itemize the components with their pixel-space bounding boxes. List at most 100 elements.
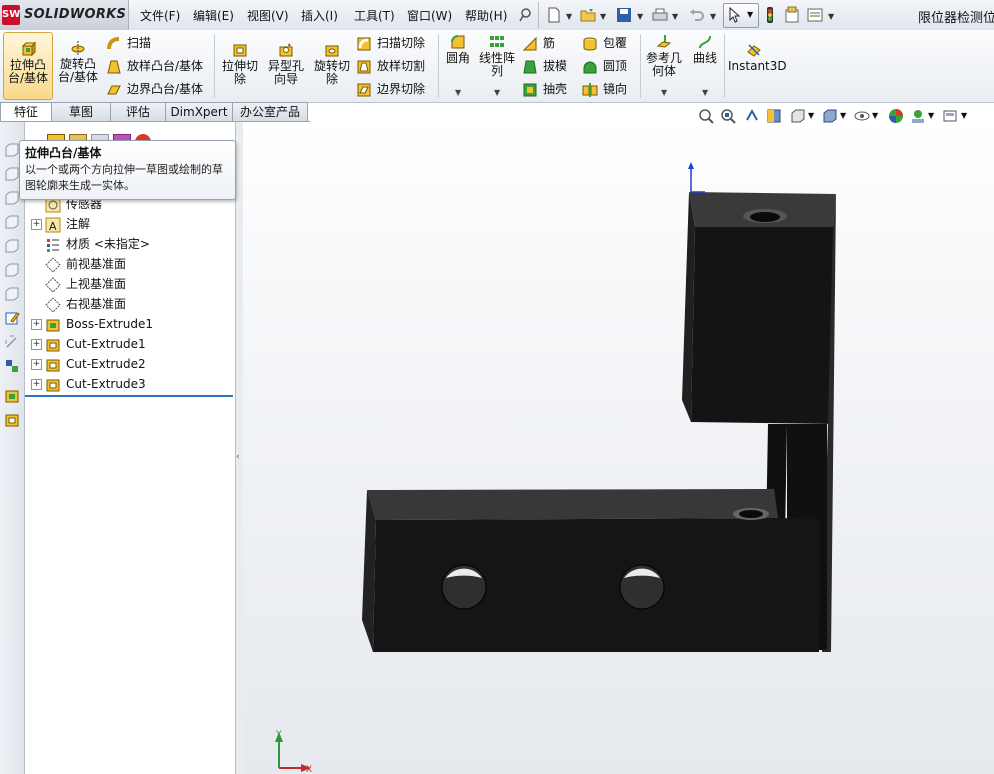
- chevron-down-icon[interactable]: ▼: [961, 111, 967, 120]
- tree-item-material[interactable]: 材质 <未指定>: [25, 234, 150, 254]
- chevron-down-icon[interactable]: ▼: [702, 86, 708, 99]
- menu-window[interactable]: 窗口(W): [407, 7, 452, 24]
- display-style-icon[interactable]: [822, 108, 838, 124]
- save-icon[interactable]: [615, 6, 633, 24]
- menu-view[interactable]: 视图(V): [247, 7, 289, 24]
- chevron-down-icon[interactable]: ▼: [661, 86, 667, 99]
- swept-cut-button[interactable]: 扫描切除: [356, 34, 425, 52]
- previous-view-icon[interactable]: [744, 108, 760, 124]
- tree-item-cut-extrude3[interactable]: + Cut-Extrude3: [25, 374, 146, 394]
- options-icon[interactable]: [806, 6, 824, 24]
- expand-icon[interactable]: +: [31, 379, 42, 390]
- extrude-cut-icon[interactable]: [4, 412, 20, 428]
- instant3d-button[interactable]: Instant3D: [728, 42, 787, 73]
- expand-icon[interactable]: +: [31, 359, 42, 370]
- chevron-down-icon[interactable]: ▼: [566, 12, 572, 21]
- print-icon[interactable]: [651, 6, 669, 24]
- mirror-button[interactable]: 镜向: [582, 80, 627, 98]
- chevron-down-icon[interactable]: ▼: [872, 111, 878, 120]
- tree-item-top-plane[interactable]: 上视基准面: [25, 274, 126, 294]
- menu-edit[interactable]: 编辑(E): [193, 7, 234, 24]
- box-view-icon[interactable]: [4, 190, 20, 206]
- expand-icon[interactable]: +: [31, 219, 42, 230]
- collapse-arrow-icon[interactable]: ‹: [236, 452, 240, 462]
- extrude-cut-button[interactable]: 拉伸切除: [219, 42, 261, 86]
- loft-button[interactable]: 放样凸台/基体: [106, 57, 203, 75]
- chevron-down-icon[interactable]: ▼: [928, 111, 934, 120]
- chevron-down-icon[interactable]: ▼: [808, 111, 814, 120]
- view-orientation-icon[interactable]: [790, 108, 806, 124]
- dome-button[interactable]: 圆顶: [582, 57, 627, 75]
- rib-button[interactable]: 筋: [522, 34, 555, 52]
- view-settings-icon[interactable]: [942, 108, 958, 124]
- curves-button[interactable]: 曲线 ▼: [688, 34, 722, 97]
- chevron-down-icon[interactable]: ▼: [600, 12, 606, 21]
- menu-file[interactable]: 文件(F): [140, 7, 180, 24]
- chevron-down-icon[interactable]: ▼: [455, 86, 461, 99]
- hide-show-items-icon[interactable]: [854, 108, 870, 124]
- boundary-cut-button[interactable]: 边界切除: [356, 80, 425, 98]
- solidworks-logo[interactable]: SW SOLIDWORKS: [0, 0, 129, 30]
- open-icon[interactable]: [579, 6, 597, 24]
- revolve-cut-button[interactable]: 旋转切除: [311, 42, 353, 86]
- box-view-icon[interactable]: [4, 262, 20, 278]
- draft-button[interactable]: 拔模: [522, 57, 567, 75]
- menu-insert[interactable]: 插入(I): [301, 7, 338, 24]
- fillet-button[interactable]: 圆角 ▼: [442, 34, 474, 97]
- chevron-down-icon[interactable]: ▼: [637, 12, 643, 21]
- chevron-down-icon[interactable]: ▼: [710, 12, 716, 21]
- box-view-icon[interactable]: [4, 214, 20, 230]
- lofted-cut-button[interactable]: 放样切割: [356, 57, 425, 75]
- pin-icon[interactable]: [518, 6, 536, 24]
- undo-icon[interactable]: [688, 6, 706, 24]
- edit-appearance-icon[interactable]: [888, 108, 904, 124]
- tree-item-cut-extrude2[interactable]: + Cut-Extrude2: [25, 354, 146, 374]
- graphics-area[interactable]: Y X: [243, 122, 994, 774]
- tree-item-right-plane[interactable]: 右视基准面: [25, 294, 126, 314]
- tree-item-cut-extrude1[interactable]: + Cut-Extrude1: [25, 334, 146, 354]
- tab-evaluate[interactable]: 评估: [110, 102, 166, 122]
- relations-icon[interactable]: [4, 358, 20, 374]
- zoom-to-fit-icon[interactable]: [698, 108, 714, 124]
- extrude-boss-button[interactable]: 拉伸凸台/基体: [3, 32, 53, 100]
- expand-icon[interactable]: +: [31, 339, 42, 350]
- tab-dimxpert[interactable]: DimXpert: [165, 102, 233, 122]
- menu-help[interactable]: 帮助(H): [465, 7, 507, 24]
- expand-icon[interactable]: +: [31, 319, 42, 330]
- menu-tools[interactable]: 工具(T): [354, 7, 395, 24]
- linear-pattern-button[interactable]: 线性阵列 ▼: [476, 34, 518, 97]
- box-view-icon[interactable]: [4, 238, 20, 254]
- tree-item-front-plane[interactable]: 前视基准面: [25, 254, 126, 274]
- zoom-area-icon[interactable]: [720, 108, 736, 124]
- part-model[interactable]: Y X: [243, 122, 994, 774]
- revolve-boss-button[interactable]: 旋转凸台/基体: [54, 34, 102, 84]
- boundary-boss-button[interactable]: 边界凸台/基体: [106, 80, 203, 98]
- hole-wizard-button[interactable]: 异型孔向导: [263, 42, 309, 86]
- wrap-button[interactable]: 包覆: [582, 34, 627, 52]
- tab-features[interactable]: 特征: [0, 102, 52, 122]
- tab-office-products[interactable]: 办公室产品: [232, 102, 308, 122]
- box-view-icon[interactable]: [4, 166, 20, 182]
- rollback-bar[interactable]: [25, 395, 233, 397]
- box-view-icon[interactable]: [4, 142, 20, 158]
- sketch-pencil-icon[interactable]: [4, 310, 20, 326]
- chevron-down-icon[interactable]: ▼: [672, 12, 678, 21]
- chevron-down-icon[interactable]: ▼: [494, 86, 500, 99]
- new-document-icon[interactable]: [545, 6, 563, 24]
- sweep-button[interactable]: 扫描: [106, 34, 151, 52]
- chevron-down-icon[interactable]: ▼: [840, 111, 846, 120]
- tree-item-boss-extrude1[interactable]: + Boss-Extrude1: [25, 314, 153, 334]
- chevron-down-icon[interactable]: ▼: [828, 12, 834, 21]
- apply-scene-icon[interactable]: [910, 108, 926, 124]
- tree-item-annotations[interactable]: + A 注解: [25, 214, 90, 234]
- box-view-icon[interactable]: [4, 286, 20, 302]
- extrude-boss-icon[interactable]: [4, 388, 20, 404]
- file-properties-icon[interactable]: [783, 6, 801, 24]
- select-button[interactable]: ▼: [723, 3, 759, 28]
- rebuild-traffic-light-icon[interactable]: [761, 6, 779, 24]
- section-view-icon[interactable]: [766, 108, 782, 124]
- shell-button[interactable]: 抽壳: [522, 80, 567, 98]
- tab-sketch[interactable]: 草图: [51, 102, 111, 122]
- reference-geometry-button[interactable]: 参考几何体 ▼: [644, 34, 684, 97]
- smart-dimension-icon[interactable]: [4, 334, 20, 350]
